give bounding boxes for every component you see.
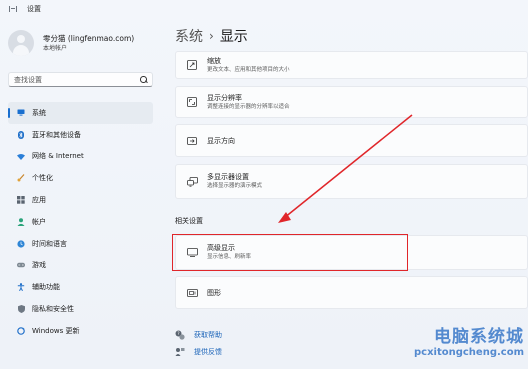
search-input[interactable]: 查找设置: [8, 72, 153, 87]
multiple-displays-icon: [186, 176, 198, 188]
settings-window: 设置 零分猫 (lingfenmao.com) 本地帐户 查找设置 系统 蓝牙和…: [0, 0, 528, 369]
card-subtitle: 显示信息、刷新率: [207, 254, 252, 260]
sidebar-item-label: 游戏: [32, 261, 46, 270]
wifi-icon: [17, 152, 25, 160]
display-icon: [186, 247, 198, 259]
brush-icon: [17, 174, 25, 182]
sidebar-item-label: 隐私和安全性: [32, 305, 74, 314]
card-title: 高级显示: [207, 244, 235, 252]
profile-name: 零分猫 (lingfenmao.com): [43, 33, 135, 43]
sidebar-item-label: 系统: [32, 108, 46, 117]
person-icon: [17, 218, 25, 226]
sidebar-item-privacy[interactable]: 隐私和安全性: [8, 298, 153, 320]
feedback-icon: [175, 347, 185, 357]
sidebar-item-gaming[interactable]: 游戏: [8, 255, 153, 277]
watermark-line1: 电脑系统城: [434, 327, 524, 347]
multiple-displays-card[interactable]: 多显示器设置 选择显示器的演示模式: [175, 164, 528, 199]
display-resolution-card[interactable]: 显示分辨率 调整连接的显示器的分辨率以适合: [175, 86, 528, 118]
sidebar-item-label: 网络 & Internet: [32, 152, 84, 161]
help-icon: ?: [175, 330, 185, 340]
sidebar-item-network[interactable]: 网络 & Internet: [8, 146, 153, 168]
search-icon: [140, 76, 147, 83]
scale-icon: [186, 59, 198, 71]
graphics-card[interactable]: 图形: [175, 276, 528, 309]
breadcrumb-parent[interactable]: 系统: [175, 26, 203, 46]
monitor-icon: [17, 109, 25, 117]
sidebar-item-apps[interactable]: 应用: [8, 189, 153, 211]
get-help-link[interactable]: ? 获取帮助: [175, 326, 222, 343]
sidebar-item-time-language[interactable]: 时间和语言: [8, 233, 153, 255]
watermark: 电脑系统城 pcxitongcheng.com: [396, 327, 524, 367]
page-title: 显示: [219, 29, 248, 45]
sidebar-item-label: 时间和语言: [32, 239, 67, 248]
gamepad-icon: [17, 261, 25, 269]
sidebar-item-label: 个性化: [32, 174, 53, 183]
sidebar-nav: 系统 蓝牙和其他设备 网络 & Internet 个性化 应用 帐户 时间和语言…: [8, 102, 153, 342]
search-placeholder: 查找设置: [14, 75, 42, 84]
sidebar-item-accounts[interactable]: 帐户: [8, 211, 153, 233]
sidebar-item-label: 帐户: [32, 217, 46, 226]
card-title: 图形: [207, 288, 221, 297]
feedback-link[interactable]: 提供反馈: [175, 343, 222, 360]
scale-card[interactable]: 缩放 更改文本、应用和其他项目的大小: [175, 51, 528, 79]
display-orientation-card[interactable]: 显示方向: [175, 124, 528, 157]
window-title: 设置: [27, 5, 41, 13]
card-title: 显示分辨率: [207, 93, 242, 102]
title-bar: 设置: [0, 0, 528, 18]
feedback-label: 提供反馈: [194, 347, 222, 356]
sidebar-item-system[interactable]: 系统: [8, 102, 153, 124]
sidebar-item-label: 蓝牙和其他设备: [32, 130, 81, 139]
sidebar-item-personalization[interactable]: 个性化: [8, 167, 153, 189]
breadcrumb-separator: ›: [209, 29, 214, 43]
sidebar-item-windows-update[interactable]: Windows 更新: [8, 320, 153, 342]
avatar: [8, 30, 34, 56]
resolution-icon: [186, 96, 198, 108]
orientation-icon: [186, 135, 198, 147]
globe-clock-icon: [17, 240, 25, 248]
apps-icon: [17, 196, 25, 204]
card-title: 显示方向: [207, 136, 235, 145]
sidebar-item-accessibility[interactable]: 辅助功能: [8, 276, 153, 298]
card-title: 缩放: [207, 56, 221, 65]
card-subtitle: 调整连接的显示器的分辨率以适合: [207, 103, 290, 110]
profile-account-type: 本地帐户: [43, 44, 68, 52]
sidebar-item-label: Windows 更新: [32, 326, 80, 335]
shield-icon: [17, 305, 25, 314]
graphics-icon: [186, 287, 198, 299]
related-settings-heading: 相关设置: [175, 217, 203, 225]
advanced-display-card[interactable]: 高级显示 显示信息、刷新率: [175, 235, 528, 270]
watermark-line2: pcxitongcheng.com: [413, 347, 524, 358]
get-help-label: 获取帮助: [194, 330, 222, 339]
sidebar-item-label: 应用: [32, 196, 46, 205]
breadcrumb: 系统 › 显示: [175, 26, 248, 46]
windows-update-icon: [17, 327, 25, 335]
user-profile[interactable]: 零分猫 (lingfenmao.com) 本地帐户: [8, 28, 158, 58]
bluetooth-icon: [17, 130, 25, 139]
card-subtitle: 更改文本、应用和其他项目的大小: [207, 66, 290, 73]
help-links: ? 获取帮助 提供反馈: [175, 326, 222, 360]
sidebar-item-bluetooth[interactable]: 蓝牙和其他设备: [8, 124, 153, 146]
accessibility-icon: [17, 283, 25, 292]
card-title: 多显示器设置: [207, 173, 249, 181]
sidebar-item-label: 辅助功能: [32, 283, 60, 292]
card-subtitle: 选择显示器的演示模式: [207, 183, 263, 189]
back-icon[interactable]: [9, 6, 17, 12]
